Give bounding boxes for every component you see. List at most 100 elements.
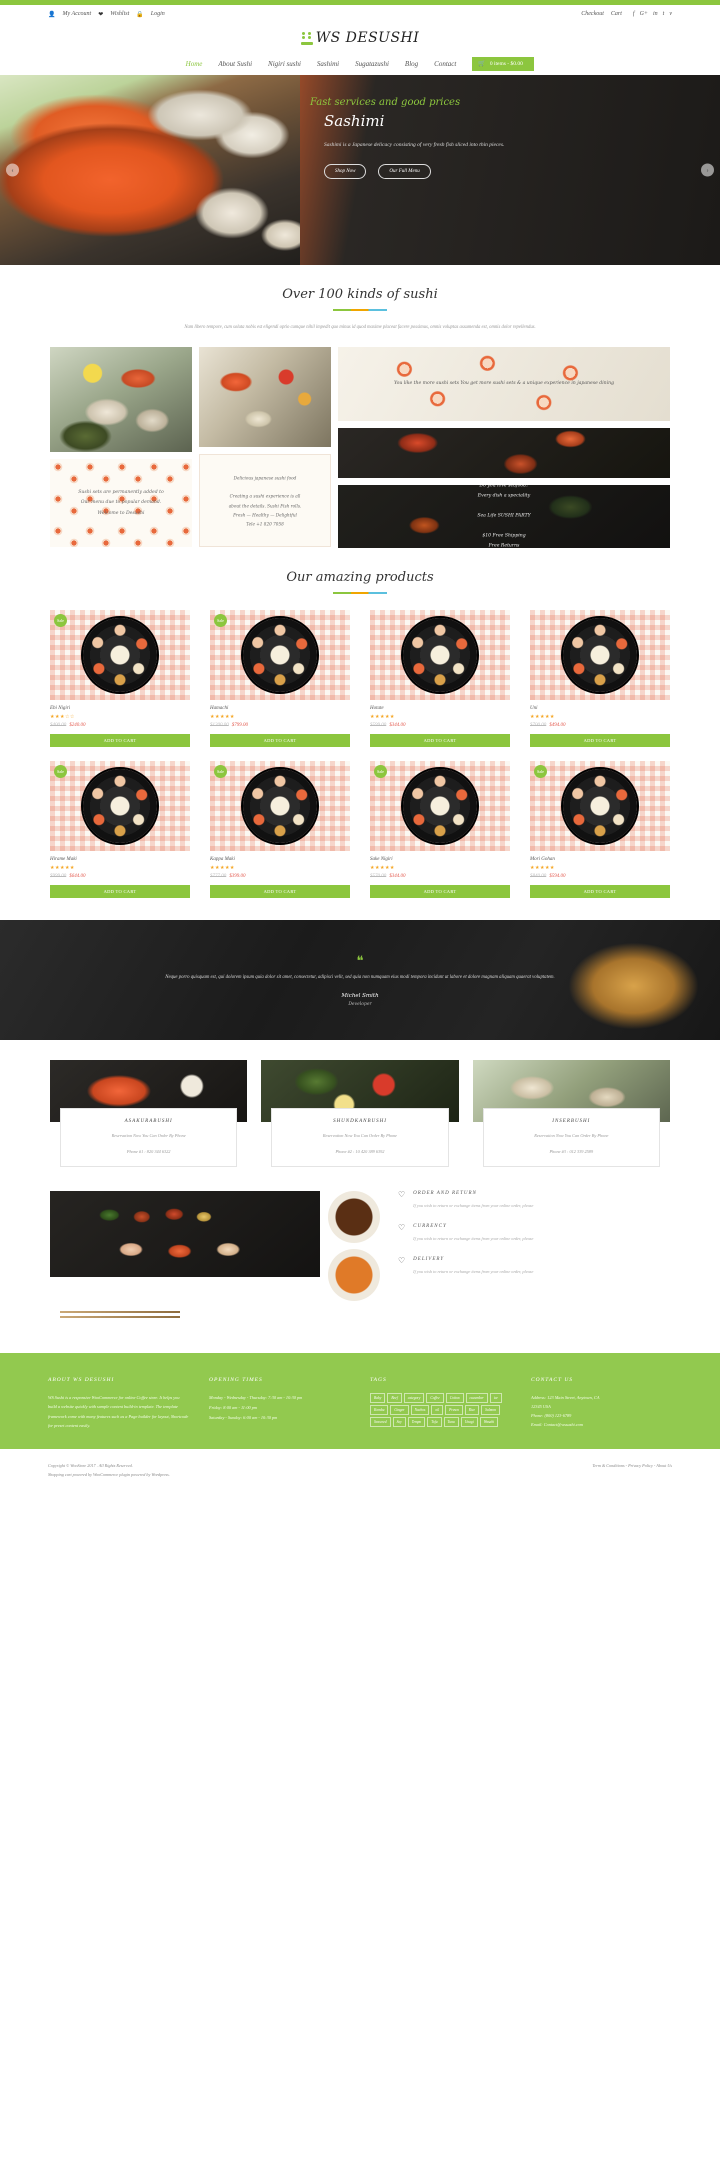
- twitter-icon[interactable]: t: [663, 11, 665, 17]
- footer-bottom-bar: Copyright © WooStore 2017 . All Rights R…: [0, 1448, 720, 1496]
- footer-tag[interactable]: Tempo: [407, 1416, 426, 1427]
- add-to-cart-button[interactable]: ADD TO CART: [370, 885, 510, 899]
- footer-tag[interactable]: Salmon: [481, 1404, 500, 1415]
- linkedin-icon[interactable]: in: [653, 11, 658, 17]
- footer-tag[interactable]: category: [403, 1392, 425, 1403]
- sushi-platter-icon: [243, 769, 317, 844]
- salmon-board-image[interactable]: [199, 347, 331, 448]
- add-to-cart-button[interactable]: ADD TO CART: [210, 734, 350, 748]
- nav-item-nigiri-sushi[interactable]: Nigiri sushi: [268, 60, 301, 68]
- product-card[interactable]: Uni ★★★★★ $700.00 $494.00 ADD TO CART: [530, 610, 670, 748]
- google-plus-icon[interactable]: G+: [640, 11, 648, 17]
- reservation-card[interactable]: ASAKURABUSHI Reservation Now You Can Ord…: [50, 1060, 248, 1167]
- nav-item-sugatazushi[interactable]: Sugatazushi: [355, 60, 389, 68]
- site-logo[interactable]: WS DESUSHI: [0, 23, 720, 53]
- add-to-cart-button[interactable]: ADD TO CART: [210, 885, 350, 899]
- login-link[interactable]: Login: [151, 11, 165, 17]
- product-image[interactable]: Sale: [50, 610, 190, 701]
- footer-tag[interactable]: Seaweed: [370, 1416, 391, 1427]
- footer-tag[interactable]: Coffee: [426, 1392, 444, 1403]
- footer-tag[interactable]: ice: [489, 1392, 502, 1403]
- add-to-cart-button[interactable]: ADD TO CART: [530, 885, 670, 899]
- product-image[interactable]: Sale: [210, 761, 350, 852]
- reservation-card[interactable]: SHUNDKANBUSHI Reservation Now You Can Or…: [261, 1060, 459, 1167]
- footer-about-column: ABOUT WS DESUSHI WS Sushi is a responsiv…: [48, 1377, 189, 1431]
- footer-tag[interactable]: Tuna: [443, 1416, 459, 1427]
- product-card[interactable]: Sale Kappa Maki ★★★★★ $777.00 $399.00 ADD TO …: [210, 761, 350, 899]
- seafood-dark-top[interactable]: [338, 428, 670, 479]
- footer-tag[interactable]: Tofu: [427, 1416, 442, 1427]
- wishlist-link[interactable]: Wishlist: [110, 11, 129, 17]
- footer-tag[interactable]: Beef: [387, 1392, 402, 1403]
- hero-subtitle: Sashimi is a Japanese delicacy consistin…: [324, 142, 505, 148]
- seafood-platter-image[interactable]: [50, 347, 192, 453]
- product-rating: ★★★★★: [210, 715, 235, 721]
- footer-tag[interactable]: Wasabi: [479, 1416, 499, 1427]
- sushi-platter-icon: [563, 769, 637, 844]
- full-menu-button[interactable]: Our Full Menu: [378, 163, 431, 179]
- services-images: [50, 1190, 380, 1327]
- testimonial-text: Neque porro quisquam est, qui dolorem ip…: [165, 974, 555, 980]
- nav-item-home[interactable]: Home: [186, 60, 203, 68]
- reservation-card[interactable]: INSERBUSHI Reservation Now You Can Order…: [472, 1060, 670, 1167]
- delicious-japanese-card[interactable]: Delicious japanese sushi food Creating a…: [199, 454, 331, 548]
- footer-tag[interactable]: Ginger: [390, 1404, 409, 1415]
- nav-item-contact[interactable]: Contact: [434, 60, 456, 68]
- prev-slide-arrow[interactable]: ‹: [6, 163, 19, 177]
- user-icon: 👤: [48, 11, 56, 18]
- sushi-rolls-image[interactable]: You like the more sushi sets You get mor…: [338, 347, 670, 422]
- service-item[interactable]: ♡ CURRENCY If you wish to return or exch…: [398, 1223, 670, 1243]
- footer-tag[interactable]: cucumber: [465, 1392, 488, 1403]
- testimonial-author: Michel Smith: [341, 993, 379, 1000]
- service-text: If you wish to return or exchange items …: [413, 1268, 534, 1274]
- footer-tag[interactable]: Baby: [370, 1392, 386, 1403]
- nav-item-blog[interactable]: Blog: [405, 60, 418, 68]
- product-image[interactable]: Sale: [370, 761, 510, 852]
- sushi-pattern-tile[interactable]: Sushi sets are permanently added to Our …: [50, 459, 192, 548]
- footer-tag[interactable]: oil: [431, 1404, 444, 1415]
- footer-tag[interactable]: Soy: [392, 1416, 406, 1427]
- product-rating: ★★★★★: [530, 866, 555, 872]
- product-image[interactable]: Sale: [50, 761, 190, 852]
- sushi-platter-icon: [403, 618, 477, 693]
- sushi-platter-icon: [83, 769, 157, 844]
- vimeo-icon[interactable]: v: [669, 11, 672, 17]
- footer-tag[interactable]: Prawn: [445, 1404, 463, 1415]
- add-to-cart-button[interactable]: ADD TO CART: [50, 734, 190, 748]
- sushi-rolls-caption: You like the more sushi sets You get mor…: [393, 381, 615, 387]
- cart-button[interactable]: 🛒 0 items - $0.00: [472, 57, 535, 71]
- legal-links[interactable]: Term & Conditions - Privacy Policy - Abo…: [592, 1461, 672, 1479]
- product-card[interactable]: Sale Sake Nigiri ★★★★★ $570.00 $344.00 ADD TO…: [370, 761, 510, 899]
- nav-item-sashimi[interactable]: Sashimi: [317, 60, 339, 68]
- product-image[interactable]: Sale: [530, 761, 670, 852]
- shop-now-button[interactable]: Shop Now: [324, 163, 367, 179]
- footer-tag[interactable]: Cotton: [445, 1392, 464, 1403]
- service-item[interactable]: ♡ DELIVERY If you wish to return or exch…: [398, 1256, 670, 1276]
- product-card[interactable]: Sale Ebi Nigiri ★★★☆☆ $400.00 $240.00 ADD TO …: [50, 610, 190, 748]
- nav-item-about-sushi[interactable]: About Sushi: [218, 60, 252, 68]
- add-to-cart-button[interactable]: ADD TO CART: [530, 734, 670, 748]
- product-image[interactable]: [530, 610, 670, 701]
- my-account-link[interactable]: My Account: [62, 11, 91, 17]
- product-card[interactable]: Sale Hirame Maki ★★★★★ $999.00 $644.00 ADD TO…: [50, 761, 190, 899]
- product-image[interactable]: Sale: [210, 610, 350, 701]
- cart-link[interactable]: Cart: [611, 11, 622, 17]
- footer-tag[interactable]: Nachos: [410, 1404, 430, 1415]
- product-card[interactable]: Sale Mori Gohan ★★★★★ $840.00 $594.00 ADD TO …: [530, 761, 670, 899]
- facebook-icon[interactable]: f: [633, 11, 635, 17]
- add-to-cart-button[interactable]: ADD TO CART: [370, 734, 510, 748]
- product-name: Mori Gohan: [530, 857, 555, 863]
- product-card[interactable]: Hotate ★★★★★ $599.00 $344.00 ADD TO CART: [370, 610, 510, 748]
- footer-tag[interactable]: Rice: [464, 1404, 480, 1415]
- footer-tag[interactable]: Unagi: [460, 1416, 478, 1427]
- product-card[interactable]: Sale Hamachi ★★★★★ $1200.00 $799.00 ADD TO CA…: [210, 610, 350, 748]
- footer-tag[interactable]: Kombu: [370, 1404, 389, 1415]
- seafood-dark-image[interactable]: Do you love seafood? Every dish a specia…: [338, 485, 670, 549]
- service-item[interactable]: ♡ ORDER AND RETURN If you wish to return…: [398, 1190, 670, 1210]
- add-to-cart-button[interactable]: ADD TO CART: [50, 885, 190, 899]
- product-image[interactable]: [370, 610, 510, 701]
- next-slide-arrow[interactable]: ›: [701, 163, 714, 177]
- copyright-block: Copyright © WooStore 2017 . All Rights R…: [48, 1461, 170, 1479]
- product-price: $700.00 $494.00: [530, 723, 566, 729]
- checkout-link[interactable]: Checkout: [581, 11, 604, 17]
